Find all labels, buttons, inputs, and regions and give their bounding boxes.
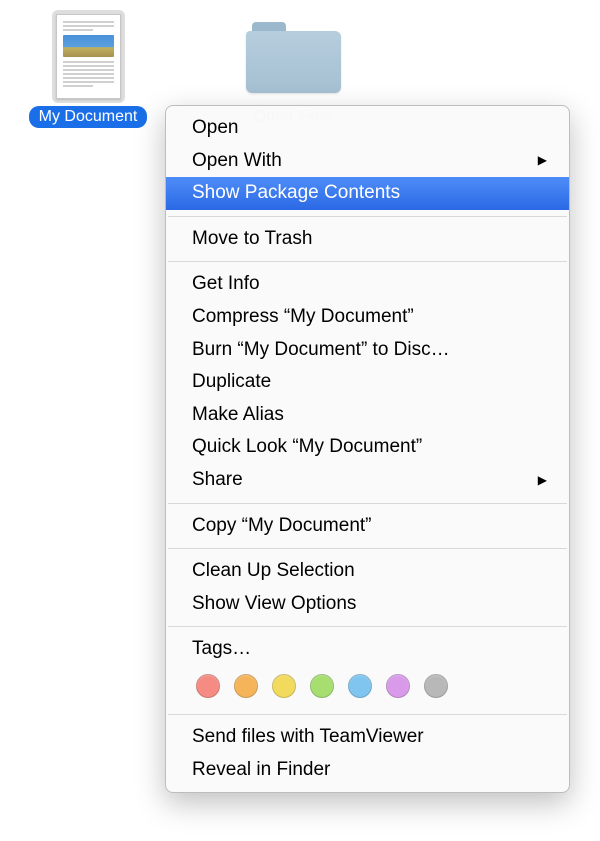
tag-gray[interactable]: [424, 674, 448, 698]
menu-open[interactable]: Open: [166, 112, 569, 145]
menu-quick-look-label: Quick Look “My Document”: [192, 434, 422, 461]
file-label-document: My Document: [29, 106, 148, 128]
menu-get-info[interactable]: Get Info: [166, 268, 569, 301]
menu-separator: [168, 503, 567, 504]
menu-share[interactable]: Share ▶: [166, 464, 569, 497]
context-menu: Open Open With ▶ Show Package Contents M…: [165, 105, 570, 793]
tag-yellow[interactable]: [272, 674, 296, 698]
menu-copy[interactable]: Copy “My Document”: [166, 510, 569, 543]
menu-share-label: Share: [192, 467, 243, 494]
menu-clean-up-label: Clean Up Selection: [192, 558, 355, 585]
menu-reveal-in-finder[interactable]: Reveal in Finder: [166, 754, 569, 787]
tag-green[interactable]: [310, 674, 334, 698]
menu-show-package-contents[interactable]: Show Package Contents: [166, 177, 569, 210]
menu-compress-label: Compress “My Document”: [192, 304, 414, 331]
submenu-arrow-icon: ▶: [538, 472, 547, 489]
menu-burn-label: Burn “My Document” to Disc…: [192, 337, 450, 364]
tag-blue[interactable]: [348, 674, 372, 698]
menu-view-options-label: Show View Options: [192, 591, 356, 618]
menu-separator: [168, 626, 567, 627]
menu-reveal-in-finder-label: Reveal in Finder: [192, 757, 330, 784]
tags-row: [166, 666, 569, 708]
menu-tags-label: Tags…: [192, 636, 251, 663]
menu-separator: [168, 548, 567, 549]
document-icon: [52, 10, 125, 103]
menu-get-info-label: Get Info: [192, 271, 260, 298]
menu-view-options[interactable]: Show View Options: [166, 588, 569, 621]
tag-red[interactable]: [196, 674, 220, 698]
menu-copy-label: Copy “My Document”: [192, 513, 372, 540]
menu-move-to-trash-label: Move to Trash: [192, 226, 312, 253]
file-my-document[interactable]: My Document: [23, 10, 153, 128]
menu-move-to-trash[interactable]: Move to Trash: [166, 223, 569, 256]
submenu-arrow-icon: ▶: [538, 152, 547, 169]
menu-make-alias-label: Make Alias: [192, 402, 284, 429]
menu-separator: [168, 261, 567, 262]
menu-teamviewer[interactable]: Send files with TeamViewer: [166, 721, 569, 754]
desktop-area: My Document Other Files: [0, 0, 600, 30]
menu-teamviewer-label: Send files with TeamViewer: [192, 724, 424, 751]
tag-purple[interactable]: [386, 674, 410, 698]
menu-separator: [168, 714, 567, 715]
menu-duplicate[interactable]: Duplicate: [166, 366, 569, 399]
menu-duplicate-label: Duplicate: [192, 369, 271, 396]
menu-clean-up[interactable]: Clean Up Selection: [166, 555, 569, 588]
menu-make-alias[interactable]: Make Alias: [166, 399, 569, 432]
menu-open-with-label: Open With: [192, 148, 282, 175]
menu-open-with[interactable]: Open With ▶: [166, 145, 569, 178]
menu-tags[interactable]: Tags…: [166, 633, 569, 666]
folder-icon: [242, 18, 345, 98]
menu-burn[interactable]: Burn “My Document” to Disc…: [166, 334, 569, 367]
menu-show-package-contents-label: Show Package Contents: [192, 180, 400, 207]
menu-separator: [168, 216, 567, 217]
menu-open-label: Open: [192, 115, 238, 142]
tag-orange[interactable]: [234, 674, 258, 698]
menu-compress[interactable]: Compress “My Document”: [166, 301, 569, 334]
menu-quick-look[interactable]: Quick Look “My Document”: [166, 431, 569, 464]
